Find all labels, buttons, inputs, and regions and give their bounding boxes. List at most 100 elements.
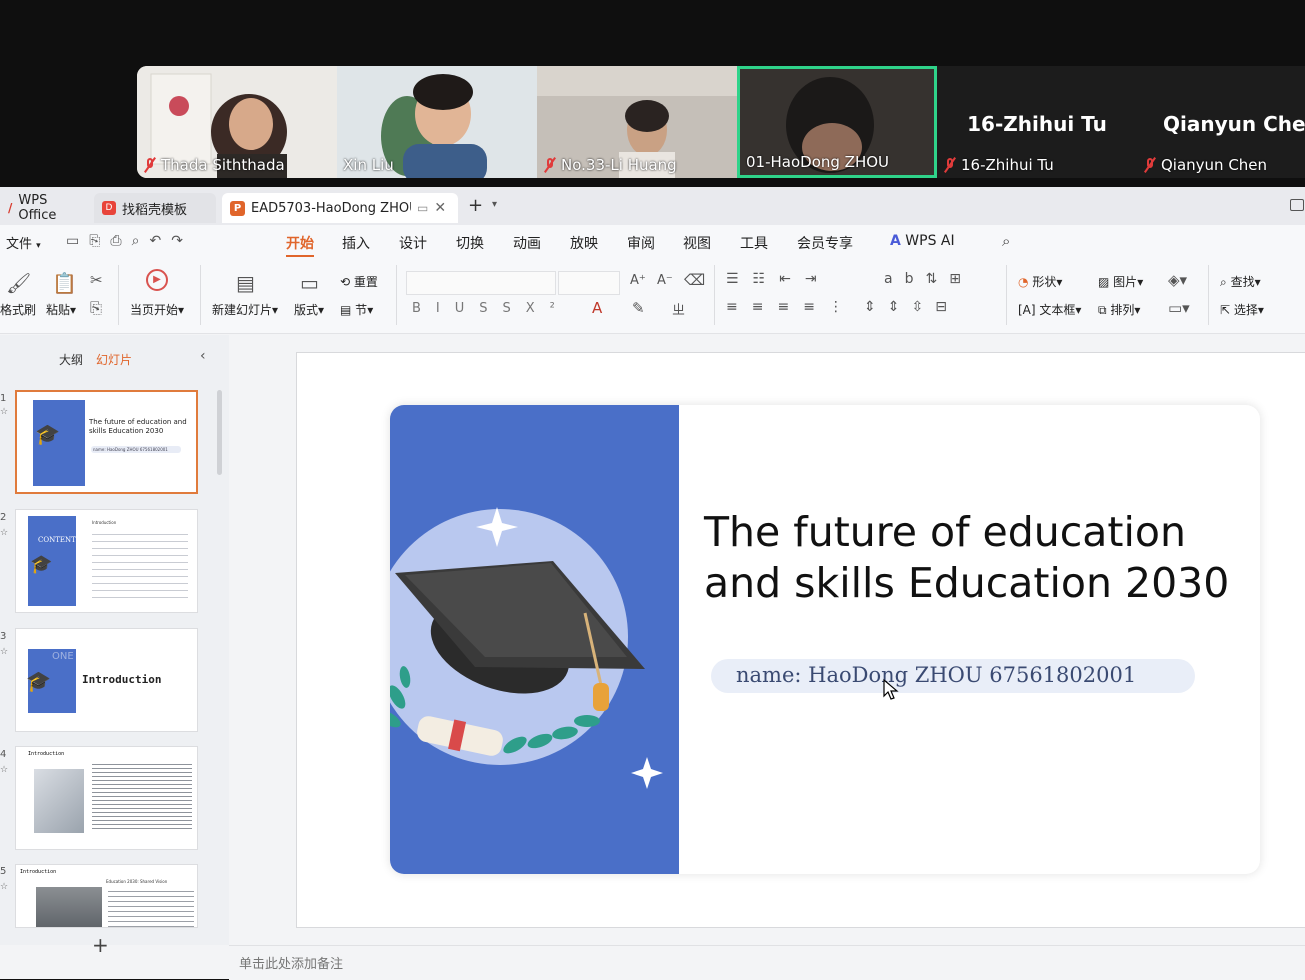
shape-button[interactable]: ◔ 形状▾ [1018,273,1062,290]
menu-home[interactable]: 开始 [286,233,314,257]
thumb-title: CONTENTS [38,536,81,544]
layout-icon[interactable]: ▭ [300,271,319,295]
font-shrink-icon[interactable]: A⁻ [657,273,673,288]
star-icon: ☆ [0,882,9,892]
fill-icon[interactable]: ◈▾ [1168,271,1187,289]
play-from-current-button[interactable]: 当页开始▾ [130,301,184,318]
font-color-icon[interactable]: A [592,299,602,317]
graduation-illustration [390,507,663,789]
video-tile-qianyun[interactable]: Qianyun Chen Qianyun Chen [1137,66,1305,178]
find-button[interactable]: ⌕ 查找▾ [1220,273,1261,290]
docer-icon: D [102,201,116,215]
menu-transition[interactable]: 切换 [456,233,484,253]
panel-scrollbar[interactable] [217,390,222,475]
menu-insert[interactable]: 插入 [342,233,370,253]
spacing-buttons[interactable]: ⇕⇕⇳⊟ [864,299,959,315]
select-button[interactable]: ⇱ 选择▾ [1220,301,1264,318]
textbox-button[interactable]: [A] 文本框▾ [1018,301,1081,318]
video-tile-xin[interactable]: Xin Liu [337,66,537,178]
file-menu[interactable]: 文件 ▾ [6,233,41,252]
thumb-text-lines [108,887,194,927]
window-restore-icon[interactable] [1290,199,1304,211]
video-tile-li[interactable]: No.33-Li Huang [537,66,737,178]
slide-thumbnail-3[interactable]: ONE 🎓 Introduction [15,628,198,732]
chevron-down-icon: ▾ [36,241,41,251]
menu-slideshow[interactable]: 放映 [570,233,598,253]
reset-button[interactable]: ⟲ 重置 [340,273,378,290]
highlight-icon[interactable]: ✎ [632,299,645,317]
layout-button[interactable]: 版式▾ [294,301,324,318]
new-tab-icon[interactable]: + [468,195,483,216]
presentation-file-icon: P [230,200,245,216]
reset-icon: ⟲ [340,275,351,289]
star-icon: ☆ [0,528,9,538]
mic-muted-icon [143,157,157,173]
notes-area[interactable]: 单击此处添加备注 [229,945,1305,980]
collapse-panel-icon[interactable]: ‹ [200,348,206,364]
slide-thumbnail-2[interactable]: CONTENTS 🎓 Introduction [15,509,198,613]
font-size-select[interactable] [558,271,620,295]
slide-thumbnail-5[interactable]: Introduction Education 2030: Shared Visi… [15,864,198,928]
menu-tools[interactable]: 工具 [740,233,768,253]
slide-thumbnail-1[interactable]: 🎓 The future of education and skills Edu… [15,390,198,494]
shape-icon: ◔ [1018,275,1029,289]
clear-format-icon[interactable]: ⌫ [684,271,705,289]
participant-name: 01-HaoDong ZHOU [746,153,890,171]
tab-presentation[interactable]: P EAD5703-HaoDong ZHOU- ▭ ✕ [222,193,458,223]
menu-member[interactable]: 会员专享 [797,233,853,253]
wps-window: / WPS Office D 找稻壳模板 P EAD5703-HaoDong Z… [0,187,1305,980]
chevron-down-icon[interactable]: ▾ [492,199,497,210]
video-tile-haodong[interactable]: 01-HaoDong ZHOU [737,66,937,178]
menu-bar: 文件 ▾ ▭⎘⎙⌕↶↷ 开始 插入 设计 切换 动画 放映 审阅 视图 工具 会… [0,225,1305,257]
outline-icon[interactable]: ▭▾ [1168,299,1190,317]
quick-access-toolbar[interactable]: ▭⎘⎙⌕↶↷ [66,233,193,249]
thumb-subtitle: ONE [52,651,74,662]
add-slide-icon[interactable]: + [92,933,109,957]
presenter-name[interactable]: name: HaoDong ZHOU 67561802001 [736,663,1136,687]
copy-icon[interactable]: ⎘ [90,299,102,317]
slides-tab[interactable]: 幻灯片 [96,351,132,368]
cut-icon[interactable]: ✂ [90,271,103,289]
menu-view[interactable]: 视图 [683,233,711,253]
text-style-buttons[interactable]: BIUSSX² [412,301,570,316]
play-icon[interactable]: ▶ [146,269,168,291]
ribbon-toolbar: 🖌 格式刷 📋 粘贴▾ ✂ ⎘ ▶ 当页开始▾ ▤ 新建幻灯片▾ ▭ 版式▾ ⟲… [0,257,1305,334]
paste-icon[interactable]: 📋 [52,271,77,295]
phonetic-icon[interactable]: ㄓ [672,299,685,318]
format-painter-button[interactable]: 格式刷 [0,301,36,318]
search-icon[interactable]: ⌕ [1002,232,1010,250]
section-button[interactable]: ▤ 节▾ [340,301,373,318]
current-slide[interactable]: The future of education and skills Educa… [390,405,1260,874]
menu-animation[interactable]: 动画 [513,233,541,253]
wps-ai-button[interactable]: A WPS AI [890,233,955,249]
video-tile-thada[interactable]: Thada Siththada [137,66,337,178]
outline-tab[interactable]: 大纲 [59,351,83,368]
tab-docer-templates[interactable]: D 找稻壳模板 [94,193,216,223]
monitor-icon[interactable]: ▭ [417,201,428,215]
menu-review[interactable]: 审阅 [627,233,655,253]
new-slide-button[interactable]: 新建幻灯片▾ [212,301,278,318]
font-family-select[interactable] [406,271,556,295]
video-tile-zhihui[interactable]: 16-Zhihui Tu 16-Zhihui Tu [937,66,1137,178]
thumb-title: Introduction [28,751,65,757]
font-grow-icon[interactable]: A⁺ [630,273,646,288]
new-slide-icon[interactable]: ▤ [236,271,255,295]
paste-button[interactable]: 粘贴▾ [46,301,76,318]
close-tab-icon[interactable]: ✕ [434,200,446,216]
slide-canvas[interactable]: The future of education and skills Educa… [296,352,1305,928]
list-buttons[interactable]: ☰☷⇤⇥ [726,271,831,287]
picture-button[interactable]: ▨ 图片▾ [1098,273,1143,290]
format-painter-icon[interactable]: 🖌 [6,271,31,295]
arrange-icon: ⧉ [1098,303,1107,317]
arrange-button[interactable]: ⧉ 排列▾ [1098,301,1140,318]
graduation-cap-icon: 🎓 [26,669,51,693]
slide-title[interactable]: The future of education and skills Educa… [704,507,1229,609]
tab-wps-office[interactable]: / WPS Office [0,193,86,223]
slide-thumbnail-4[interactable]: Introduction [15,746,198,850]
divider [200,265,201,325]
text-direction-buttons[interactable]: ab⇅⊞ [884,271,973,287]
align-buttons[interactable]: ≡≡≡≡⋮ [726,299,857,315]
thumb-subtitle: name: HaoDong ZHOU 67561802001 [91,446,181,453]
menu-design[interactable]: 设计 [399,233,427,253]
participant-name: Xin Liu [343,156,394,174]
